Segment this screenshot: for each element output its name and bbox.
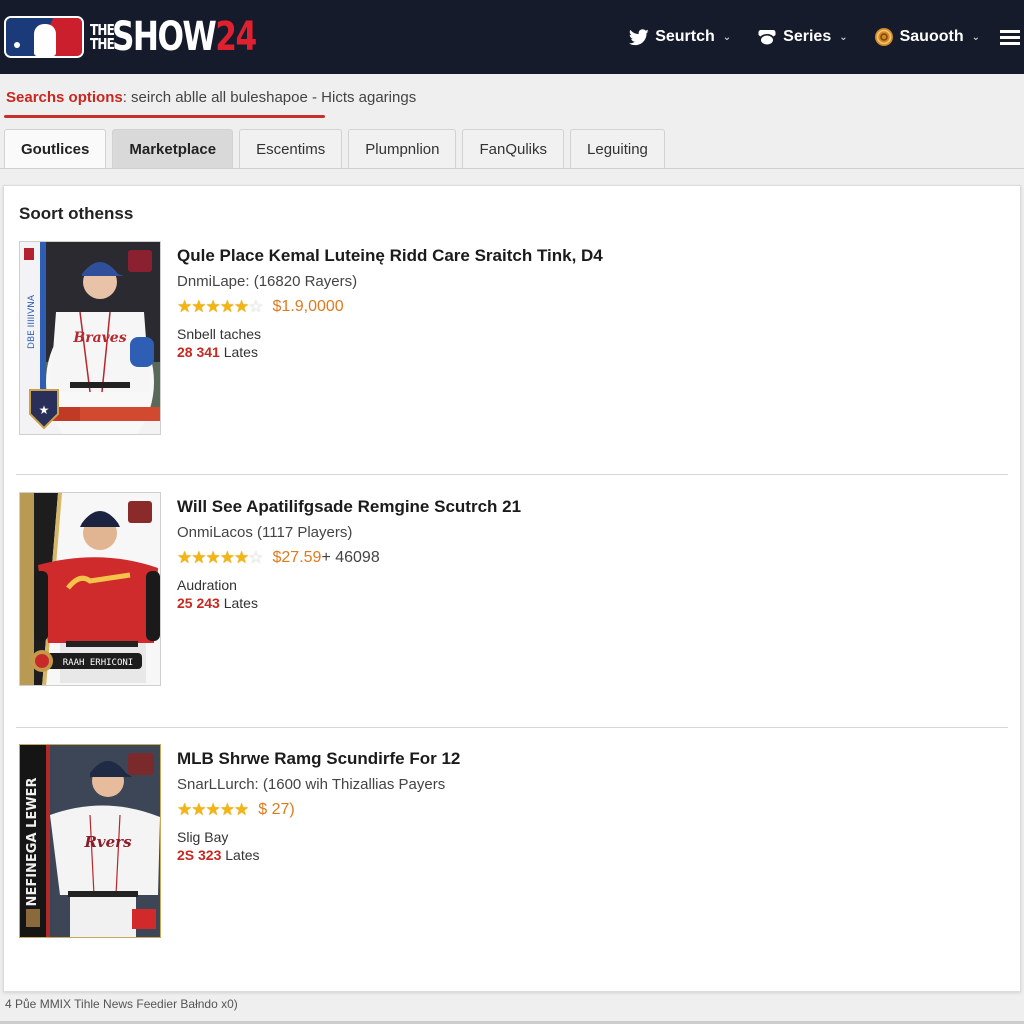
star-filled-icon: ★ xyxy=(191,800,206,819)
star-filled-icon: ★ xyxy=(205,548,221,567)
search-options-bar: Searchs options: seirch ablle all bulesh… xyxy=(6,89,416,106)
listing-info: MLB Shrwe Ramg Scundirfe For 12 SnarLLur… xyxy=(177,749,460,863)
star-filled-icon: ★ xyxy=(219,297,235,316)
nav-item-label: Series xyxy=(783,28,832,45)
star-rating: ★ ★ ★ ★ ★ xyxy=(177,800,249,820)
star-filled-icon: ★ xyxy=(191,297,206,316)
logo-show-text: SHOW24 xyxy=(112,14,257,60)
star-filled-icon: ★ xyxy=(219,800,235,819)
listing-stat-label: Lates xyxy=(223,595,258,611)
card-side-text: NEFINEGA LEWER xyxy=(25,778,40,907)
listing-stats: 28 341 Lates xyxy=(177,344,603,360)
star-filled-icon: ★ xyxy=(234,297,249,316)
listing-info: Qule Place Kemal Luteinę Ridd Care Srait… xyxy=(177,246,603,360)
listing-subtitle: DnmiLape: (16820 Rayers) xyxy=(177,273,358,290)
star-empty-icon: ☆ xyxy=(248,548,263,567)
logo-year: 24 xyxy=(215,14,257,60)
tab-plumpnlion[interactable]: Plumpnlion xyxy=(348,129,457,168)
list-item[interactable]: NEFINEGA LEWER Rvers MLB Shrwe Ramg Scun… xyxy=(4,744,1022,944)
tab-bar: Goutlices Marketplace Escentims Plumpnli… xyxy=(4,129,671,168)
player-card-image[interactable]: RAAH ERHICONI xyxy=(19,492,161,686)
search-options-underline xyxy=(4,115,325,118)
nav-item-label: Seurtch xyxy=(655,28,715,45)
listing-stat-number: 25 243 xyxy=(177,595,220,611)
tab-escentims[interactable]: Escentims xyxy=(239,129,343,168)
listing-meta: Slig Bay xyxy=(177,829,229,845)
card-side-text: DBE IIIIIVNA xyxy=(27,294,37,349)
chevron-down-icon: ⌄ xyxy=(839,31,848,43)
tab-goutlices[interactable]: Goutlices xyxy=(4,129,107,168)
nav-item-label: Sauooth xyxy=(899,28,964,45)
nav-item-series[interactable]: Series ⌄ xyxy=(757,28,848,46)
twitter-bird-icon xyxy=(629,28,649,46)
star-filled-icon: ★ xyxy=(234,548,249,567)
listing-meta: Audration xyxy=(177,577,237,593)
star-rating: ★ ★ ★ ★ ★ ☆ xyxy=(177,548,264,568)
listing-divider xyxy=(16,727,1008,728)
tab-leguiting[interactable]: Leguiting xyxy=(570,129,665,168)
star-filled-icon: ★ xyxy=(177,548,192,567)
listing-extra: + 46098 xyxy=(321,549,380,566)
svg-text:Braves: Braves xyxy=(72,330,126,346)
star-filled-icon: ★ xyxy=(177,800,192,819)
star-filled-icon: ★ xyxy=(234,800,249,819)
nav-item-search[interactable]: Seurtch ⌄ xyxy=(629,28,731,46)
hamburger-menu-icon[interactable] xyxy=(1000,27,1020,48)
listing-stat-number: 2S 323 xyxy=(177,847,222,863)
listing-info: Will See Apatilifgsade Remgine Scutrch 2… xyxy=(177,497,521,611)
listing-meta: Snbell taches xyxy=(177,326,262,342)
svg-text:★: ★ xyxy=(39,403,50,417)
star-filled-icon: ★ xyxy=(191,548,206,567)
star-rating: ★ ★ ★ ★ ★ ☆ xyxy=(177,297,264,317)
star-filled-icon: ★ xyxy=(219,548,235,567)
mlb-the-show-logo[interactable]: THE THE SHOW24 xyxy=(4,16,296,58)
listing-price: $1.9,0000 xyxy=(272,298,344,315)
tab-bar-divider xyxy=(0,168,1024,169)
card-name-strip: RAAH ERHICONI xyxy=(63,658,133,668)
listing-title[interactable]: MLB Shrwe Ramg Scundirfe For 12 xyxy=(177,749,460,769)
top-navigation-bar: THE THE SHOW24 Seurtch ⌄ Series ⌄ Sauoot… xyxy=(0,0,1024,74)
svg-text:Rvers: Rvers xyxy=(83,833,132,851)
header-nav: Seurtch ⌄ Series ⌄ Sauooth ⌄ xyxy=(629,0,1024,74)
footer-text: 4 Půe MMIX Tihle News Feedier Bałndo x0) xyxy=(5,997,238,1011)
listing-stat-label: Lates xyxy=(223,344,258,360)
results-panel: Soort othenss DBE IIIIIVNA Braves ★ Qule… xyxy=(3,185,1021,992)
listing-price: $27.59 xyxy=(272,549,322,566)
star-filled-icon: ★ xyxy=(205,800,221,819)
star-empty-icon: ☆ xyxy=(248,297,263,316)
star-filled-icon: ★ xyxy=(205,297,221,316)
listing-stat-number: 28 341 xyxy=(177,344,220,360)
listing-divider xyxy=(16,474,1008,475)
mlb-logo-icon xyxy=(4,16,84,58)
listing-stats: 25 243 Lates xyxy=(177,595,521,611)
nav-item-sauooth[interactable]: Sauooth ⌄ xyxy=(874,28,980,46)
star-filled-icon: ★ xyxy=(177,297,192,316)
listing-subtitle: SnarLLurch: (1600 wih Thizallias Payers xyxy=(177,776,446,793)
listing-title[interactable]: Qule Place Kemal Luteinę Ridd Care Srait… xyxy=(177,246,603,266)
list-item[interactable]: RAAH ERHICONI Will See Apatilifgsade Rem… xyxy=(4,492,1022,692)
player-card-image[interactable]: DBE IIIIIVNA Braves ★ xyxy=(19,241,161,435)
listing-subtitle: OnmiLacos (1117 Players) xyxy=(177,524,353,541)
player-card-image[interactable]: NEFINEGA LEWER Rvers xyxy=(19,744,161,938)
tab-fanquliks[interactable]: FanQuliks xyxy=(462,129,565,168)
listing-title[interactable]: Will See Apatilifgsade Remgine Scutrch 2… xyxy=(177,497,521,517)
sort-options-heading[interactable]: Soort othenss xyxy=(19,204,133,224)
list-item[interactable]: DBE IIIIIVNA Braves ★ Qule Place Kemal L… xyxy=(4,241,1022,441)
chevron-down-icon: ⌄ xyxy=(971,31,980,43)
listing-stat-label: Lates xyxy=(225,847,260,863)
search-options-text: : seirch ablle all buleshapoe - Hicts ag… xyxy=(122,89,417,106)
listing-stats: 2S 323 Lates xyxy=(177,847,460,863)
tab-marketplace[interactable]: Marketplace xyxy=(112,129,234,168)
chevron-down-icon: ⌄ xyxy=(722,31,732,43)
badge-coin-icon xyxy=(874,28,894,46)
listing-price: $ 27) xyxy=(258,801,295,818)
search-options-label[interactable]: Searchs options xyxy=(6,89,123,106)
controller-icon xyxy=(757,28,777,46)
